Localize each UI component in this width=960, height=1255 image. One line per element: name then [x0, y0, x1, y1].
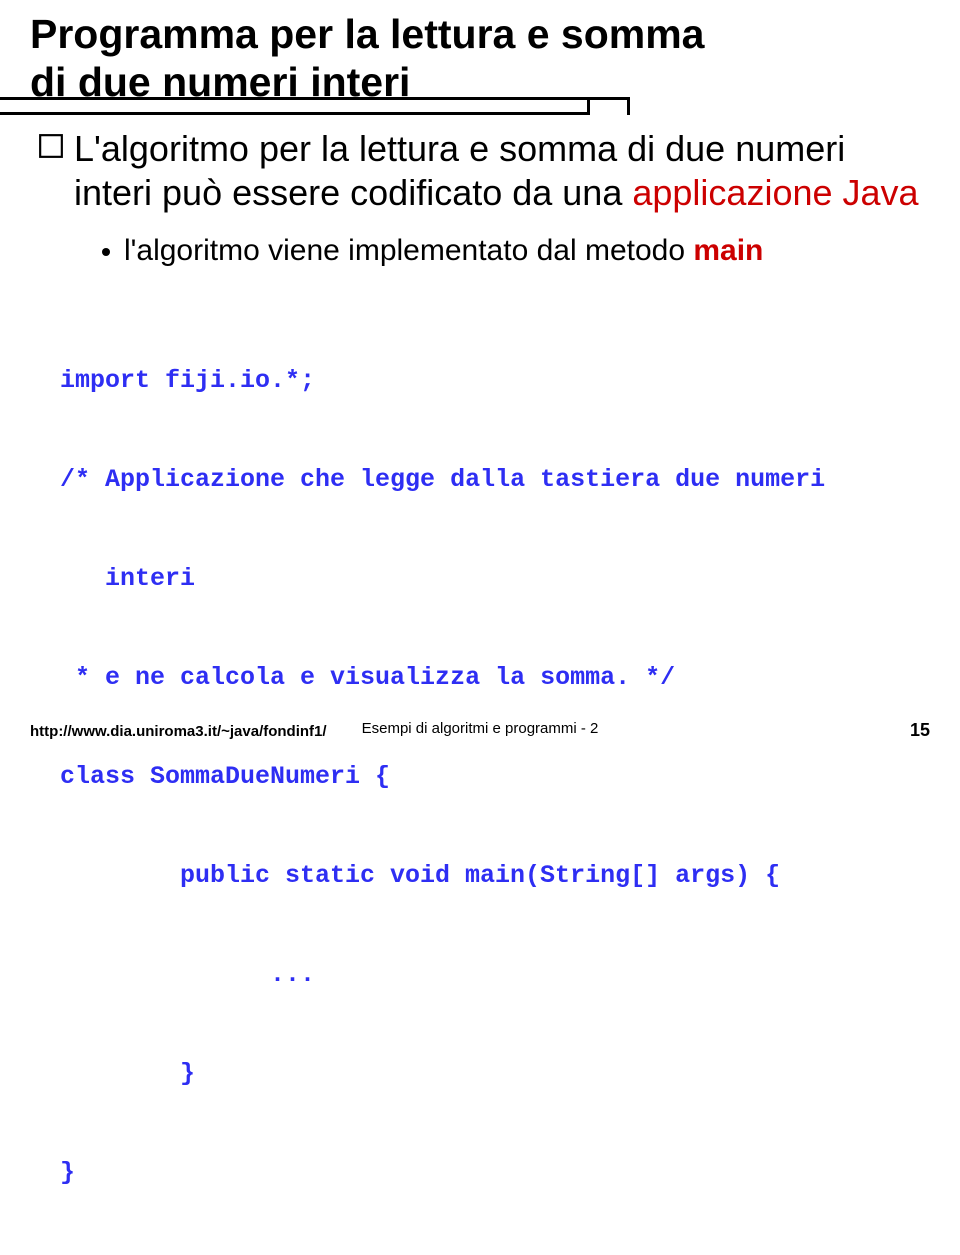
code-line: /* Applicazione che legge dalla tastiera… [60, 463, 930, 496]
subbullet-part1: l'algoritmo viene implementato dal metod… [124, 234, 693, 267]
code-line: interi [60, 562, 930, 595]
code-block: import fiji.io.*; /* Applicazione che le… [38, 298, 930, 1255]
subbullet-text: l'algoritmo viene implementato dal metod… [124, 232, 763, 270]
title-region: Programma per la lettura e somma di due … [30, 10, 930, 109]
code-line: class SommaDueNumeri { [60, 760, 930, 793]
title-underline [0, 97, 630, 115]
bullet-part2-red: applicazione Java [632, 172, 918, 213]
slide-title: Programma per la lettura e somma di due … [30, 10, 930, 107]
bullet-level1: L'algoritmo per la lettura e somma di du… [38, 127, 930, 216]
bullet-level2: l'algoritmo viene implementato dal metod… [38, 232, 930, 270]
subbullet-part2-red: main [693, 234, 763, 267]
title-line1: Programma per la lettura e somma [30, 11, 704, 57]
square-bullet-icon [38, 133, 64, 159]
footer-url: http://www.dia.uniroma3.it/~java/fondinf… [30, 723, 327, 740]
page-number: 15 [910, 720, 930, 741]
bullet-text: L'algoritmo per la lettura e somma di du… [74, 127, 930, 216]
code-line: ... [60, 958, 930, 991]
code-line: } [60, 1156, 930, 1189]
code-line: } [60, 1057, 930, 1090]
slide: Programma per la lettura e somma di due … [0, 0, 960, 755]
dot-bullet-icon [102, 248, 110, 256]
code-line: * e ne calcola e visualizza la somma. */ [60, 661, 930, 694]
slide-body: L'algoritmo per la lettura e somma di du… [30, 127, 930, 1255]
footer-title: Esempi di algoritmi e programmi - 2 [362, 720, 599, 737]
code-line: import fiji.io.*; [60, 364, 930, 397]
code-line: public static void main(String[] args) { [60, 859, 930, 892]
footer: http://www.dia.uniroma3.it/~java/fondinf… [30, 720, 930, 741]
